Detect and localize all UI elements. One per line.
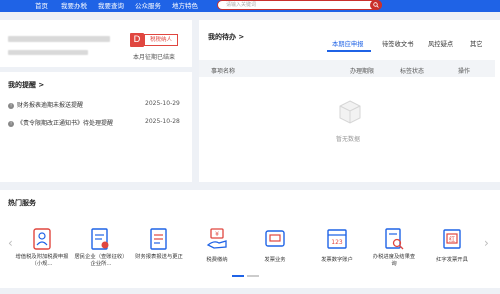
- reminders-title[interactable]: 我的提醒 >: [8, 80, 44, 90]
- svg-text:红: 红: [449, 236, 455, 244]
- reminder-item[interactable]: ! 《责令限期改正通知书》待处理提醒: [8, 118, 113, 127]
- todo-table-header: [199, 60, 495, 77]
- reminder-date: 2025-10-28: [145, 118, 180, 125]
- taxpayer-type-badge: 税税纳人: [144, 34, 178, 46]
- reminder-text: 《责令限期改正通知书》待处理提醒: [17, 120, 114, 127]
- service-label[interactable]: 发票业务: [250, 257, 300, 264]
- reminder-date: 2025-10-29: [145, 100, 180, 107]
- service-label[interactable]: 办税进度及结果查询: [372, 254, 416, 268]
- service-label[interactable]: 财务报表报送与更正: [133, 254, 185, 261]
- service-label[interactable]: 增值税及附加税费申报（小规...: [14, 254, 70, 268]
- carousel-dot[interactable]: [247, 275, 259, 277]
- tab-risk-points[interactable]: 风控疑点: [428, 39, 453, 48]
- search-placeholder: 请输入关键词: [226, 2, 257, 8]
- enterprise-income-tax-icon[interactable]: [89, 227, 111, 251]
- carousel-pagination: [232, 275, 262, 294]
- search-box[interactable]: 请输入关键词: [217, 0, 382, 10]
- active-tab-indicator: [327, 50, 371, 52]
- nav-query[interactable]: 我要查询: [98, 1, 124, 11]
- period-status: 本月征期已结束: [133, 54, 176, 61]
- next-arrow-icon[interactable]: ›: [484, 236, 489, 250]
- service-label[interactable]: 税费缴纳: [192, 257, 242, 264]
- tab-other[interactable]: 其它: [470, 39, 483, 48]
- tab-documents-to-sign[interactable]: 待签收文书: [382, 39, 413, 48]
- col-deadline: 办理期限: [350, 68, 375, 75]
- service-label[interactable]: 红字发票开具: [426, 257, 478, 264]
- financial-statement-icon[interactable]: [148, 227, 170, 251]
- hot-services-title: 热门服务: [8, 199, 36, 207]
- credit-level-badge: D: [130, 33, 144, 47]
- vat-declaration-icon[interactable]: [31, 227, 53, 251]
- svg-text:¥: ¥: [215, 231, 219, 238]
- svg-text:123: 123: [331, 239, 343, 246]
- invoice-digital-account-icon[interactable]: 123: [326, 227, 348, 251]
- empty-box-icon: [339, 100, 361, 124]
- search-icon: [373, 2, 379, 8]
- col-item-name: 事项名称: [211, 68, 236, 75]
- col-actions: 操作: [458, 68, 471, 75]
- redacted-taxpayer-id: [8, 50, 88, 55]
- top-nav-bar: 首页 我要办税 我要查询 公众服务 地方特色 请输入关键词: [0, 0, 500, 12]
- empty-data-text: 暂无数据: [336, 136, 361, 143]
- red-invoice-icon[interactable]: 红: [441, 227, 463, 251]
- service-label[interactable]: 发票数字账户: [308, 257, 366, 264]
- nav-public-service[interactable]: 公众服务: [135, 1, 161, 11]
- todo-title[interactable]: 我的待办 >: [208, 32, 244, 42]
- service-label[interactable]: 居民企业（查账征收）企业所...: [73, 254, 129, 268]
- nav-local-features[interactable]: 地方特色: [172, 1, 198, 11]
- prev-arrow-icon[interactable]: ‹: [8, 236, 13, 250]
- redacted-company-name: [8, 36, 110, 42]
- reminder-text: 财务报表逾期未报送提醒: [17, 102, 84, 109]
- search-button[interactable]: [370, 0, 382, 10]
- col-tag-status: 标签状态: [400, 68, 425, 75]
- hot-services-card: [0, 190, 500, 288]
- nav-tax-handling[interactable]: 我要办税: [61, 1, 87, 11]
- tax-payment-icon[interactable]: ¥: [206, 227, 228, 251]
- nav-home[interactable]: 首页: [35, 1, 48, 11]
- progress-query-icon[interactable]: [383, 227, 405, 251]
- reminder-item[interactable]: ! 财务报表逾期未报送提醒: [8, 100, 83, 109]
- invoice-business-icon[interactable]: [264, 227, 286, 251]
- carousel-dot-active[interactable]: [232, 275, 244, 277]
- info-icon: !: [8, 102, 14, 109]
- info-icon: !: [8, 120, 14, 127]
- tab-current-declaration[interactable]: 本期应申报: [332, 39, 363, 48]
